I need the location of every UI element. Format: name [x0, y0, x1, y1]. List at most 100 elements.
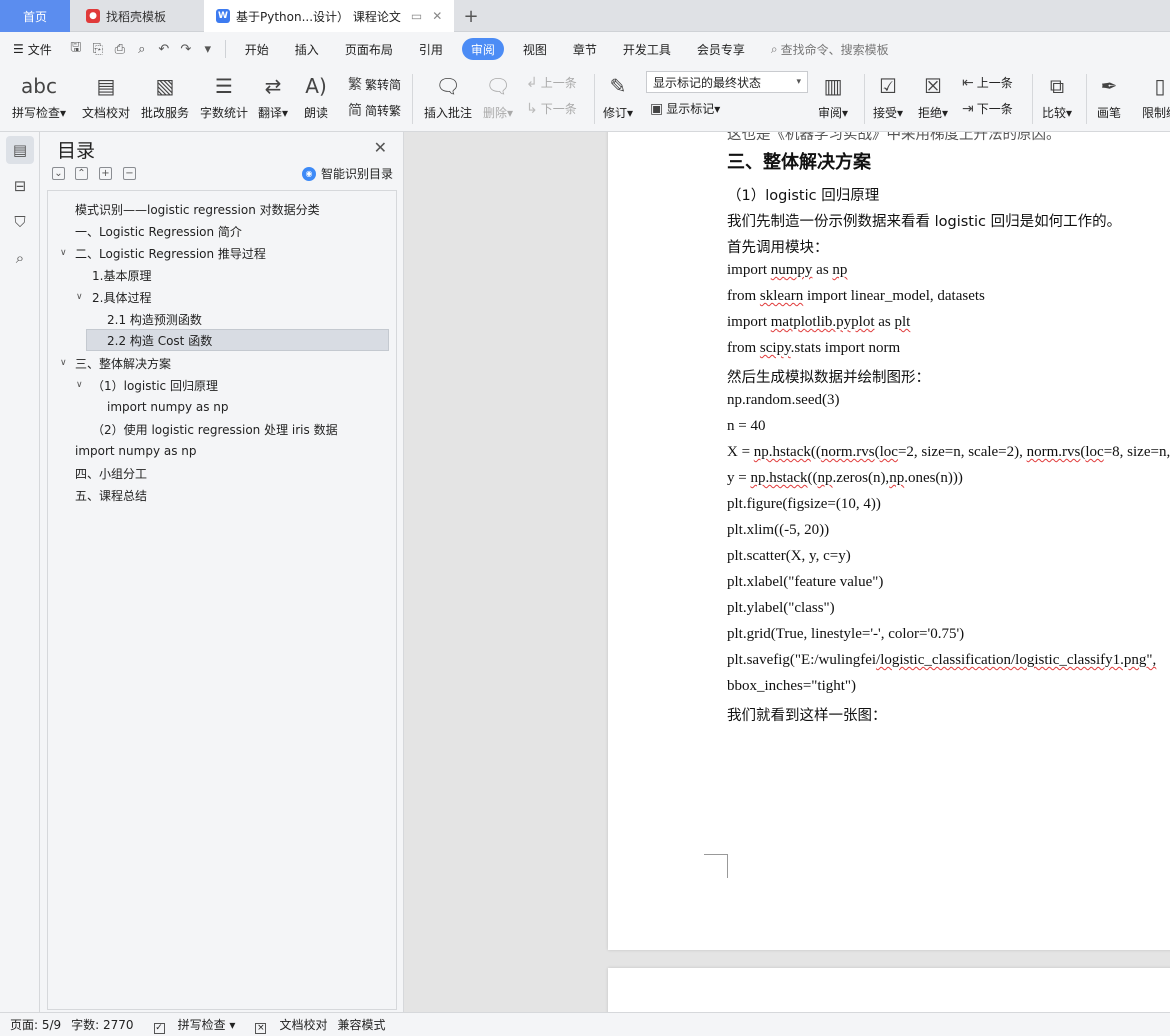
reject-button[interactable]: ☒ 拒绝▾	[918, 70, 948, 121]
toc-item[interactable]: ∨ 二、Logistic Regression 推导过程	[60, 242, 266, 264]
tab-home[interactable]: 首页	[0, 0, 70, 32]
menu-references[interactable]: 引用	[406, 38, 456, 60]
toc-item[interactable]: 四、小组分工	[75, 462, 147, 484]
toc-item[interactable]: ∨ 2.具体过程	[76, 286, 151, 308]
code-token: y =	[727, 470, 751, 486]
menu-review[interactable]: 审阅	[461, 38, 504, 60]
accept-button[interactable]: ☑ 接受▾	[873, 70, 903, 121]
page-indicator[interactable]: 页面: 5/9	[10, 1016, 61, 1033]
toc-title: 目录	[57, 140, 96, 162]
toc-item-selected[interactable]: 2.2 构造 Cost 函数	[86, 329, 389, 351]
chevron-down-icon[interactable]: ∨	[60, 248, 67, 258]
menu-developer[interactable]: 开发工具	[610, 38, 684, 60]
code-line: n = 40	[727, 418, 765, 435]
markup-state-select[interactable]: 显示标记的最终状态 ▾	[646, 71, 808, 93]
restrict-editing-button[interactable]: ▯ 限制编	[1142, 70, 1170, 121]
save-icon[interactable]: 🖫	[65, 38, 87, 60]
undo-icon[interactable]: ↶	[153, 42, 175, 57]
customize-chevron-icon[interactable]: ▾	[197, 42, 219, 57]
menu-member[interactable]: 会员专享	[684, 38, 758, 60]
prev-change-button[interactable]: ⇤ 上一条	[962, 74, 1013, 91]
chapter-nav-icon[interactable]: ⊟	[6, 172, 34, 200]
code-token: plt	[727, 522, 743, 538]
proofread-button[interactable]: ▤ 文档校对	[82, 70, 130, 121]
word-count-indicator[interactable]: 字数: 2770	[71, 1016, 133, 1033]
pen-button[interactable]: ✒ 画笔	[1097, 70, 1121, 121]
misspelled-token: matplotlib.pyplot	[770, 314, 875, 330]
toc-item[interactable]: import numpy as np	[107, 396, 229, 418]
correction-service-button[interactable]: ▧ 批改服务	[141, 70, 189, 121]
close-icon[interactable]: ✕	[374, 138, 387, 157]
status-proofread[interactable]: × 文档校对	[245, 1016, 327, 1034]
export-icon[interactable]: ⎘	[87, 42, 109, 57]
toc-item[interactable]: import numpy as np	[75, 440, 197, 462]
next-change-button[interactable]: ⇥ 下一条	[962, 100, 1013, 117]
menu-page-layout[interactable]: 页面布局	[332, 38, 406, 60]
chevron-down-icon[interactable]: ∨	[76, 292, 83, 302]
status-spell-check[interactable]: ✓ 拼写检查 ▾	[144, 1016, 235, 1034]
menu-start[interactable]: 开始	[232, 38, 282, 60]
code-token: ylabel	[746, 600, 784, 616]
simp-to-trad-label: 简转繁	[365, 103, 402, 118]
markup-state-value: 显示标记的最终状态	[653, 75, 762, 90]
track-changes-icon: ✎	[609, 74, 627, 98]
delete-comment-button[interactable]: 🗨 删除▾	[483, 70, 513, 121]
collapse-all-icon[interactable]: ⌄	[52, 167, 65, 180]
command-search[interactable]: ⌕ 查找命令、搜索模板	[758, 38, 902, 60]
spell-check-button[interactable]: abc 拼写检查▾	[12, 70, 66, 121]
show-markup-button[interactable]: ▣ 显示标记 ▾	[650, 100, 720, 117]
menu-view[interactable]: 视图	[510, 38, 560, 60]
search-icon[interactable]: ⌕	[6, 244, 34, 272]
trad-to-simp-button[interactable]: 繁繁转简	[348, 74, 401, 94]
tab-document[interactable]: W 基于Python...设计） 课程论文 ▭ ✕	[204, 0, 454, 32]
next-comment-button[interactable]: ↳ 下一条	[526, 100, 577, 117]
print-icon[interactable]: ⎙	[109, 42, 131, 57]
toc-item[interactable]: 模式识别——logistic regression 对数据分类	[75, 198, 320, 220]
document-page[interactable]	[608, 968, 1170, 1012]
translate-button[interactable]: ⇄ 翻译▾	[258, 70, 288, 121]
redo-icon[interactable]: ↷	[175, 42, 197, 57]
file-menu[interactable]: ☰ 文件	[0, 38, 65, 60]
bookmark-icon[interactable]: ⛉	[6, 208, 34, 236]
add-heading-icon[interactable]: +	[99, 167, 112, 180]
word-count-label: 字数统计	[200, 106, 249, 120]
document-canvas[interactable]: 这也是《机器学习实战》中采用梯度上升法的原因。 三、整体解决方案 （1）logi…	[404, 132, 1170, 1012]
misspelled-token: .grid(True,	[742, 626, 812, 642]
smart-toc-button[interactable]: ◉ 智能识别目录	[301, 165, 393, 182]
track-changes-button[interactable]: ✎ 修订▾	[603, 70, 633, 121]
tab-close-icon[interactable]: ✕	[432, 9, 442, 23]
new-tab-button[interactable]: +	[458, 0, 484, 32]
read-aloud-button[interactable]: A) 朗读	[304, 70, 328, 121]
prev-comment-button[interactable]: ↲ 上一条	[526, 74, 577, 91]
toc-item[interactable]: 五、课程总结	[75, 484, 147, 506]
document-page[interactable]: 这也是《机器学习实战》中采用梯度上升法的原因。 三、整体解决方案 （1）logi…	[608, 132, 1170, 950]
remove-heading-icon[interactable]: −	[123, 167, 136, 180]
insert-comment-button[interactable]: 🗨 插入批注	[424, 70, 472, 121]
prev-change-label: 上一条	[976, 76, 1013, 90]
expand-up-icon[interactable]: ⌃	[75, 167, 88, 180]
toc-item[interactable]: 一、Logistic Regression 简介	[75, 220, 242, 242]
chevron-down-icon[interactable]: ∨	[60, 358, 67, 368]
toc-panel-icon[interactable]: ▤	[6, 136, 34, 164]
correction-icon: ▧	[155, 74, 175, 98]
menu-chapter[interactable]: 章节	[560, 38, 610, 60]
review-pane-button[interactable]: ▥ 审阅▾	[818, 70, 848, 121]
tab-window-icon[interactable]: ▭	[411, 9, 422, 23]
misspelled-token: .random.seed(3)	[742, 392, 840, 408]
misspelled-token: /logistic_classification/logistic_classi…	[876, 652, 1157, 668]
print-preview-icon[interactable]: ⌕	[131, 42, 153, 57]
toc-item[interactable]: ∨ 三、整体解决方案	[60, 352, 171, 374]
menu-insert[interactable]: 插入	[282, 38, 332, 60]
toc-item[interactable]: 1.基本原理	[92, 264, 151, 286]
simp-to-trad-button[interactable]: 简简转繁	[348, 100, 401, 120]
misspelled-token: norm.rvs	[1026, 444, 1081, 460]
tab-template[interactable]: ● 找稻壳模板	[72, 0, 202, 32]
page-margin-mark	[704, 854, 728, 878]
compare-button[interactable]: ⧉ 比较▾	[1042, 70, 1072, 121]
word-count-button[interactable]: ☰ 字数统计	[200, 70, 248, 121]
toc-item[interactable]: ∨ （1）logistic 回归原理	[76, 374, 218, 396]
toc-item[interactable]: （2）使用 logistic regression 处理 iris 数据	[92, 418, 338, 440]
chevron-down-icon[interactable]: ∨	[76, 380, 83, 390]
toc-item[interactable]: 2.1 构造预测函数	[107, 308, 202, 330]
accept-icon: ☑	[879, 74, 897, 98]
